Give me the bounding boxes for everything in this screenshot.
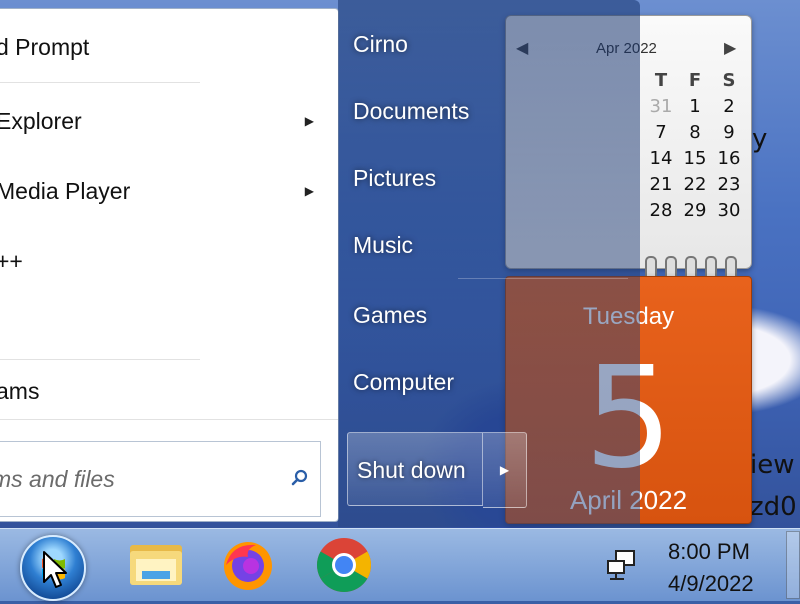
program-windows-media-player[interactable]: Media Player ▶ xyxy=(0,171,320,211)
mouse-cursor-icon xyxy=(43,551,67,588)
music-link[interactable]: Music xyxy=(353,225,623,265)
shutdown-button[interactable]: Shut down xyxy=(347,432,483,506)
network-icon[interactable] xyxy=(604,549,638,583)
show-desktop-button[interactable] xyxy=(786,531,800,599)
desktop-text-fragment: zd0 xyxy=(750,492,797,522)
documents-link[interactable]: Documents xyxy=(353,91,623,131)
calendar-weekday: T xyxy=(654,70,668,91)
calendar-next-icon[interactable]: ▶ xyxy=(724,38,736,58)
calendar-day[interactable]: 16 xyxy=(712,148,746,169)
clock-time[interactable]: 8:00 PM xyxy=(668,539,750,565)
program-label: Explorer xyxy=(0,108,82,134)
program-internet-explorer[interactable]: Explorer ▶ xyxy=(0,101,320,141)
calendar-day[interactable]: 21 xyxy=(644,174,678,195)
desktop-text-fragment: y xyxy=(752,124,768,154)
all-programs-label: ams xyxy=(0,378,40,404)
divider xyxy=(0,419,338,420)
desktop-text-fragment: iew xyxy=(750,450,795,480)
program-label: ++ xyxy=(0,248,23,274)
submenu-arrow-icon: ▶ xyxy=(304,184,314,198)
games-link[interactable]: Games xyxy=(353,295,623,335)
calendar-day[interactable]: 30 xyxy=(712,200,746,221)
computer-link[interactable]: Computer xyxy=(353,362,623,402)
calendar-day[interactable]: 2 xyxy=(712,96,746,117)
chrome-icon[interactable] xyxy=(314,535,374,595)
divider xyxy=(0,82,200,83)
shutdown-options-arrow-icon[interactable]: ▶ xyxy=(483,432,527,508)
calendar-weekday: S xyxy=(722,70,736,91)
search-icon[interactable] xyxy=(290,468,310,488)
firefox-icon[interactable] xyxy=(218,535,278,595)
program-label: d Prompt xyxy=(0,34,90,60)
calendar-day[interactable]: 28 xyxy=(644,200,678,221)
divider xyxy=(458,278,628,279)
clock-date[interactable]: 4/9/2022 xyxy=(668,571,754,597)
start-menu-places-pane: Cirno Documents Pictures Music Games Com… xyxy=(338,0,640,527)
start-menu-programs-pane: d Prompt Explorer ▶ Media Player ▶ ++ am… xyxy=(0,8,339,522)
user-folder-link[interactable]: Cirno xyxy=(353,24,623,64)
calendar-day[interactable]: 9 xyxy=(712,122,746,143)
calendar-day[interactable]: 23 xyxy=(712,174,746,195)
calendar-day[interactable]: 15 xyxy=(678,148,712,169)
calendar-day[interactable]: 29 xyxy=(678,200,712,221)
program-notepad-plus-plus[interactable]: ++ xyxy=(0,241,320,281)
calendar-day[interactable]: 31 xyxy=(644,96,678,117)
submenu-arrow-icon: ▶ xyxy=(304,114,314,128)
program-label: Media Player xyxy=(0,178,131,204)
calendar-day[interactable]: 8 xyxy=(678,122,712,143)
start-search-box[interactable] xyxy=(0,441,321,517)
calendar-weekday: F xyxy=(688,70,702,91)
calendar-day[interactable]: 22 xyxy=(678,174,712,195)
taskbar: 8:00 PM 4/9/2022 xyxy=(0,528,800,601)
calendar-day[interactable]: 1 xyxy=(678,96,712,117)
start-menu: d Prompt Explorer ▶ Media Player ▶ ++ am… xyxy=(0,0,640,527)
calendar-day[interactable]: 14 xyxy=(644,148,678,169)
calendar-day[interactable]: 7 xyxy=(644,122,678,143)
windows-explorer-icon[interactable] xyxy=(126,535,186,595)
program-command-prompt[interactable]: d Prompt xyxy=(0,27,320,67)
all-programs-button[interactable]: ams xyxy=(0,371,320,411)
divider xyxy=(0,359,200,360)
search-input[interactable] xyxy=(0,462,270,496)
pictures-link[interactable]: Pictures xyxy=(353,158,623,198)
